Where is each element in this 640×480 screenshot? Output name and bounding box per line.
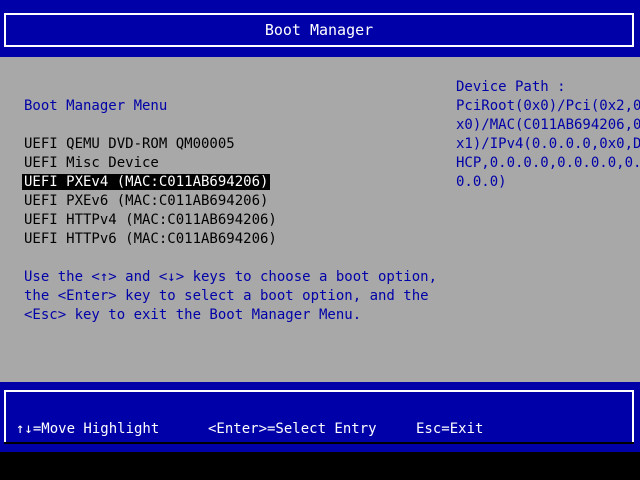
menu-heading: Boot Manager Menu [24, 98, 168, 114]
hint-move-highlight: ↑↓=Move Highlight [16, 421, 160, 437]
device-path-line: x0)/MAC(C011AB694206,0 [456, 117, 640, 133]
device-path-line: x1)/IPv4(0.0.0.0,0x0,D [456, 136, 640, 152]
title-bar: Boot Manager [0, 0, 640, 57]
boot-option-misc-device[interactable]: UEFI Misc Device [22, 155, 161, 171]
instruction-line: <Esc> key to exit the Boot Manager Menu. [24, 307, 362, 323]
boot-option-pxev4[interactable]: UEFI PXEv4 (MAC:C011AB694206) [22, 174, 271, 190]
boot-option-httpv6[interactable]: UEFI HTTPv6 (MAC:C011AB694206) [22, 231, 279, 247]
boot-option-dvd-rom[interactable]: UEFI QEMU DVD-ROM QM00005 [22, 136, 237, 152]
footer-bar: ↑↓=Move Highlight <Enter>=Select Entry E… [0, 382, 640, 452]
page-title: Boot Manager [264, 21, 374, 39]
title-frame: Boot Manager [4, 13, 634, 47]
instruction-line: the <Enter> key to select a boot option,… [24, 288, 429, 304]
boot-option-pxev6[interactable]: UEFI PXEv6 (MAC:C011AB694206) [22, 193, 270, 209]
device-path-line: 0.0.0) [456, 174, 507, 190]
instruction-line: Use the <↑> and <↓> keys to choose a boo… [24, 269, 438, 285]
device-path-line: HCP,0.0.0.0,0.0.0.0,0. [456, 155, 640, 171]
device-path-heading: Device Path : [456, 79, 566, 95]
boot-option-httpv4[interactable]: UEFI HTTPv4 (MAC:C011AB694206) [22, 212, 279, 228]
hint-exit: Esc=Exit [416, 421, 484, 437]
device-path-line: PciRoot(0x0)/Pci(0x2,0 [456, 98, 640, 114]
bios-screen: Boot Manager Boot Manager Menu UEFI QEMU… [0, 0, 640, 480]
footer-frame-shadow [4, 442, 634, 444]
hint-select-entry: <Enter>=Select Entry [208, 421, 377, 437]
main-panel: Boot Manager Menu UEFI QEMU DVD-ROM QM00… [0, 57, 640, 382]
